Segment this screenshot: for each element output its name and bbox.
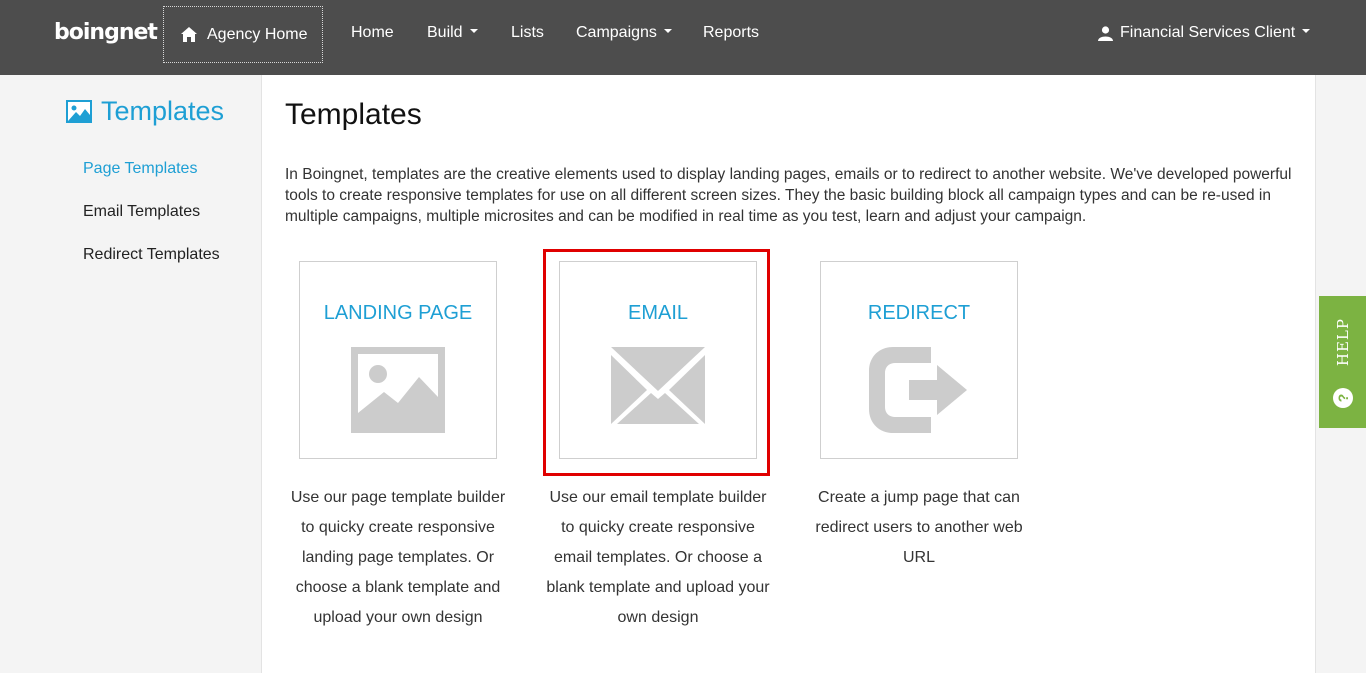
- help-label: HELP: [1334, 318, 1352, 367]
- user-icon: [1098, 25, 1113, 41]
- selection-highlight: [543, 249, 770, 476]
- nav-build[interactable]: Build: [427, 24, 478, 42]
- sidebar-title-text: Templates: [101, 96, 225, 126]
- intro-paragraph: In Boingnet, templates are the creative …: [285, 166, 1292, 225]
- agency-home-button[interactable]: Agency Home: [163, 6, 323, 63]
- nav-lists-label: Lists: [511, 24, 544, 41]
- nav-reports[interactable]: Reports: [703, 24, 759, 42]
- agency-home-label: Agency Home: [207, 25, 308, 43]
- card-label: REDIRECT: [867, 302, 971, 324]
- caret-down-icon: [469, 28, 478, 33]
- user-name: Financial Services Client: [1120, 24, 1296, 41]
- boingnet-logo[interactable]: boingnet: [54, 20, 158, 45]
- nav-reports-label: Reports: [703, 24, 760, 41]
- nav-campaigns-label: Campaigns: [576, 24, 657, 41]
- caret-down-icon: [1302, 29, 1311, 33]
- landing-page-card[interactable]: LANDING PAGE: [299, 261, 497, 459]
- home-icon: [181, 27, 197, 42]
- redirect-arrow-icon: [869, 347, 967, 433]
- question-icon: ?: [1333, 388, 1353, 408]
- image-icon: [351, 347, 445, 433]
- caret-down-icon: [663, 28, 672, 33]
- sidebar: Templates Page Templates Email Templates…: [0, 75, 262, 673]
- sidebar-item-redirect-templates[interactable]: Redirect Templates: [83, 246, 220, 264]
- sidebar-title: Templates: [66, 96, 224, 127]
- top-navigation-bar: boingnet Agency Home Home Build Lists Ca…: [0, 0, 1366, 75]
- sidebar-item-email-templates[interactable]: Email Templates: [83, 203, 200, 221]
- redirect-description: Create a jump page that can redirect use…: [815, 489, 1023, 566]
- nav-home[interactable]: Home: [351, 24, 394, 42]
- nav-campaigns[interactable]: Campaigns: [576, 24, 672, 42]
- landing-page-description: Use our page template builder to quicky …: [290, 489, 506, 626]
- sidebar-item-page-templates[interactable]: Page Templates: [83, 160, 197, 178]
- card-label: LANDING PAGE: [323, 302, 473, 324]
- nav-home-label: Home: [351, 24, 394, 41]
- image-icon: [66, 100, 92, 123]
- email-description: Use our email template builder to quicky…: [546, 489, 770, 626]
- nav-lists[interactable]: Lists: [511, 24, 544, 42]
- nav-build-label: Build: [427, 24, 463, 41]
- redirect-card[interactable]: REDIRECT: [820, 261, 1018, 459]
- page-title: Templates: [285, 98, 422, 131]
- user-menu[interactable]: Financial Services Client: [1098, 24, 1311, 42]
